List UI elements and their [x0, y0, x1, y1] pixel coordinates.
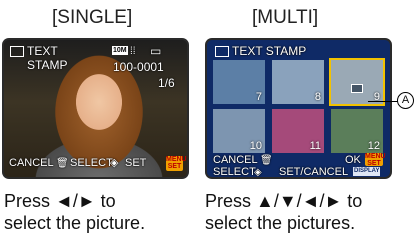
thumbnail-number: 12: [367, 140, 380, 152]
thumbnail[interactable]: 10: [213, 109, 265, 153]
select-label: SELECT: [213, 166, 256, 177]
thumbnail[interactable]: 8: [272, 60, 324, 104]
menu-set-badge: MENU SET: [365, 153, 386, 167]
select-label: SELECT: [70, 157, 113, 169]
thumbnail-number: 10: [249, 140, 262, 152]
set-cancel-label: SET/CANCEL: [279, 166, 349, 177]
single-heading: [SINGLE]: [52, 7, 133, 28]
callout-a: A: [397, 92, 414, 109]
thumbnail-selected[interactable]: 9: [331, 60, 383, 104]
multi-heading: [MULTI]: [252, 7, 319, 28]
set-label: SET: [125, 157, 147, 169]
stamp-label: STAMP: [27, 58, 68, 72]
text-label: TEXT: [27, 44, 58, 58]
trash-icon: 🗑: [260, 155, 273, 166]
quality-icon: ⁞⁞: [130, 46, 136, 57]
dpad-icon: ◈: [110, 157, 119, 169]
multi-title: TEXT STAMP: [232, 44, 307, 58]
battery-icon: ▭: [150, 44, 162, 58]
multi-caption-line1: Press ▲/▼/◄/► to: [205, 191, 363, 211]
single-screen: TEXT STAMP 10M ⁞⁞ ▭ 100-0001 1/6 CANCEL …: [4, 40, 187, 177]
text-stamp-icon: [215, 46, 229, 57]
size-badge: 10M: [112, 46, 128, 55]
file-number: 100-0001: [113, 60, 164, 74]
multi-caption-line2: select the pictures.: [205, 213, 356, 233]
trash-icon: 🗑: [56, 158, 69, 169]
display-badge: DISPLAY: [353, 167, 381, 176]
multi-caption: Press ▲/▼/◄/► to select the pictures.: [205, 190, 362, 234]
thumbnail-number: 7: [255, 91, 262, 103]
thumbnail-number: 8: [314, 91, 321, 103]
menu-set-badge: MENU SET: [166, 156, 187, 171]
single-caption-line1: Press ◄/► to: [4, 191, 116, 211]
dpad-icon: ◈: [254, 167, 262, 177]
text-stamp-icon: [10, 46, 24, 57]
stamp-marker-icon: [351, 84, 363, 93]
cancel-label: CANCEL: [9, 157, 54, 169]
multi-screen: TEXT STAMP 7 8 9 10 11 12 CANCEL 🗑 OK ME…: [207, 40, 390, 177]
thumbnail-number: 11: [309, 140, 321, 152]
single-caption-line2: select the picture.: [4, 213, 146, 233]
single-caption: Press ◄/► to select the picture.: [4, 190, 145, 234]
thumbnail[interactable]: 11: [272, 109, 324, 153]
counter: 1/6: [158, 76, 175, 90]
thumbnail[interactable]: 7: [213, 60, 265, 104]
thumbnail[interactable]: 12: [331, 109, 383, 153]
